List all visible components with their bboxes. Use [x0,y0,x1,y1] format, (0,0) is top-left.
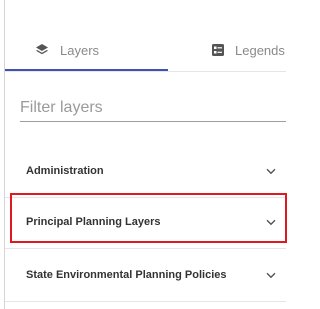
layers-panel: Layers Legends Administration [0,0,287,309]
legend-icon [212,44,224,56]
layer-group-label: State Environmental Planning Policies [26,269,227,281]
filter-field[interactable] [20,95,286,123]
chevron-down-icon[interactable] [266,168,276,175]
chevron-down-icon[interactable] [266,272,276,279]
row-divider [5,301,286,302]
filter-layers-input[interactable] [20,95,286,122]
layer-group-label: Principal Planning Layers [26,216,161,228]
layer-group-label: Administration [26,165,104,177]
layer-group-principal-planning-layers[interactable]: Principal Planning Layers [5,196,286,248]
tab-layers-label: Layers [60,42,100,58]
layer-group-state-environmental-planning-policies[interactable]: State Environmental Planning Policies [5,249,286,301]
tab-legends-label: Legends [235,42,285,58]
tab-divider [5,71,286,72]
tab-layers[interactable]: Layers [35,40,99,60]
tab-legends[interactable]: Legends [212,40,285,60]
layers-icon [35,43,49,57]
layer-group-administration[interactable]: Administration [5,145,286,197]
tab-bar: Layers Legends [5,0,286,72]
chevron-down-icon[interactable] [266,219,276,226]
